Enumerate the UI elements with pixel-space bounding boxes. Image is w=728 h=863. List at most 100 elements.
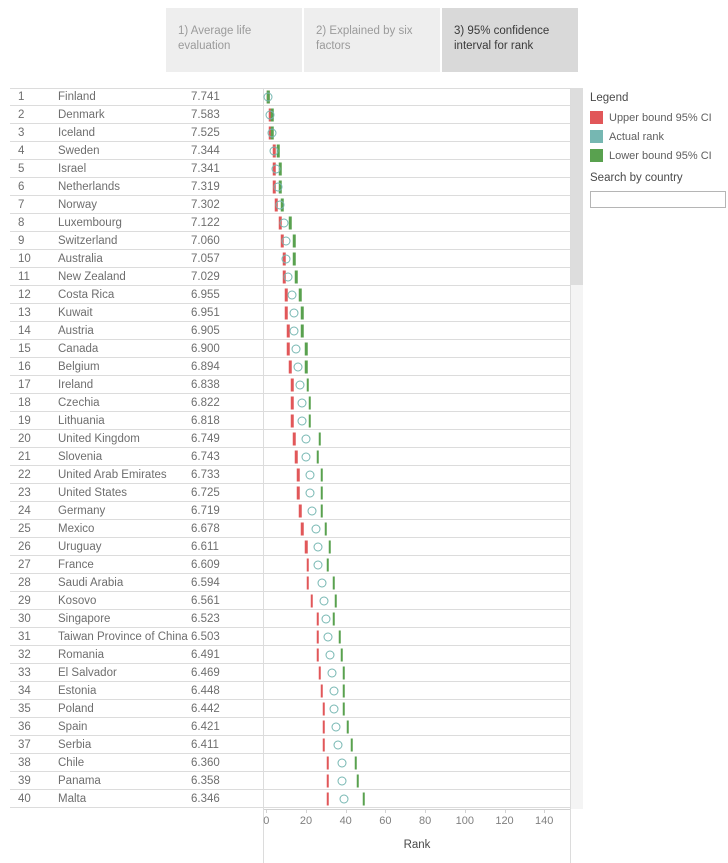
table-row[interactable]: 8 Luxembourg 7.122 bbox=[10, 214, 263, 232]
actual-rank-mark[interactable] bbox=[319, 596, 329, 605]
chart-row[interactable] bbox=[264, 628, 570, 646]
lower-bound-mark[interactable] bbox=[334, 594, 338, 607]
chart-row[interactable] bbox=[264, 124, 570, 142]
table-row[interactable]: 23 United States 6.725 bbox=[10, 484, 263, 502]
upper-bound-mark[interactable] bbox=[288, 360, 292, 373]
actual-rank-mark[interactable] bbox=[331, 722, 341, 731]
chart-row[interactable] bbox=[264, 340, 570, 358]
upper-bound-mark[interactable] bbox=[316, 612, 320, 625]
chart-row[interactable] bbox=[264, 736, 570, 754]
upper-bound-mark[interactable] bbox=[306, 576, 310, 589]
lower-bound-mark[interactable] bbox=[324, 522, 328, 535]
lower-bound-mark[interactable] bbox=[342, 702, 345, 715]
lower-bound-mark[interactable] bbox=[346, 720, 349, 733]
upper-bound-mark[interactable] bbox=[284, 306, 288, 319]
lower-bound-mark[interactable] bbox=[292, 234, 296, 247]
lower-bound-mark[interactable] bbox=[288, 216, 292, 229]
table-row[interactable]: 16 Belgium 6.894 bbox=[10, 358, 263, 376]
chart-row[interactable] bbox=[264, 772, 570, 790]
chart-row[interactable] bbox=[264, 196, 570, 214]
tab-2[interactable]: 2) Explained by six factors bbox=[304, 8, 440, 72]
table-row[interactable]: 11 New Zealand 7.029 bbox=[10, 268, 263, 286]
actual-rank-mark[interactable] bbox=[291, 344, 301, 353]
lower-bound-mark[interactable] bbox=[354, 756, 357, 769]
upper-bound-mark[interactable] bbox=[286, 342, 290, 355]
table-row[interactable]: 31 Taiwan Province of China 6.503 bbox=[10, 628, 263, 646]
chart-row[interactable] bbox=[264, 484, 570, 502]
table-row[interactable]: 13 Kuwait 6.951 bbox=[10, 304, 263, 322]
lower-bound-mark[interactable] bbox=[304, 360, 308, 373]
chart-row[interactable] bbox=[264, 592, 570, 610]
actual-rank-mark[interactable] bbox=[305, 470, 315, 479]
table-row[interactable]: 22 United Arab Emirates 6.733 bbox=[10, 466, 263, 484]
lower-bound-mark[interactable] bbox=[298, 288, 302, 301]
table-row[interactable]: 40 Malta 6.346 bbox=[10, 790, 263, 808]
table-row[interactable]: 29 Kosovo 6.561 bbox=[10, 592, 263, 610]
actual-rank-mark[interactable] bbox=[313, 560, 323, 569]
lower-bound-mark[interactable] bbox=[356, 774, 359, 787]
table-scrollbar[interactable] bbox=[571, 88, 583, 809]
chart-row[interactable] bbox=[264, 538, 570, 556]
chart-row[interactable] bbox=[264, 250, 570, 268]
table-row[interactable]: 7 Norway 7.302 bbox=[10, 196, 263, 214]
lower-bound-mark[interactable] bbox=[340, 648, 343, 661]
table-row[interactable]: 3 Iceland 7.525 bbox=[10, 124, 263, 142]
actual-rank-mark[interactable] bbox=[279, 218, 289, 227]
table-row[interactable]: 21 Slovenia 6.743 bbox=[10, 448, 263, 466]
actual-rank-mark[interactable] bbox=[301, 452, 311, 461]
table-scrollbar-thumb[interactable] bbox=[571, 88, 583, 285]
lower-bound-mark[interactable] bbox=[318, 432, 322, 445]
actual-rank-mark[interactable] bbox=[321, 614, 331, 623]
table-row[interactable]: 15 Canada 6.900 bbox=[10, 340, 263, 358]
actual-rank-mark[interactable] bbox=[329, 704, 339, 713]
chart-row[interactable] bbox=[264, 718, 570, 736]
table-row[interactable]: 20 United Kingdom 6.749 bbox=[10, 430, 263, 448]
actual-rank-mark[interactable] bbox=[289, 308, 299, 317]
chart-row[interactable] bbox=[264, 646, 570, 664]
lower-bound-mark[interactable] bbox=[308, 414, 312, 427]
chart-row[interactable] bbox=[263, 88, 570, 106]
table-row[interactable]: 6 Netherlands 7.319 bbox=[10, 178, 263, 196]
table-row[interactable]: 24 Germany 6.719 bbox=[10, 502, 263, 520]
actual-rank-mark[interactable] bbox=[333, 740, 343, 749]
lower-bound-mark[interactable] bbox=[338, 630, 341, 643]
table-row[interactable]: 4 Sweden 7.344 bbox=[10, 142, 263, 160]
upper-bound-mark[interactable] bbox=[322, 738, 326, 751]
upper-bound-mark[interactable] bbox=[320, 684, 324, 697]
lower-bound-mark[interactable] bbox=[320, 468, 324, 481]
table-row[interactable]: 27 France 6.609 bbox=[10, 556, 263, 574]
actual-rank-mark[interactable] bbox=[317, 578, 327, 587]
upper-bound-mark[interactable] bbox=[306, 558, 310, 571]
actual-rank-mark[interactable] bbox=[273, 182, 283, 191]
legend-item[interactable]: Upper bound 95% CI bbox=[590, 109, 726, 126]
actual-rank-mark[interactable] bbox=[311, 524, 321, 533]
actual-rank-mark[interactable] bbox=[275, 200, 285, 209]
table-row[interactable]: 9 Switzerland 7.060 bbox=[10, 232, 263, 250]
chart-row[interactable] bbox=[264, 448, 570, 466]
lower-bound-mark[interactable] bbox=[320, 486, 324, 499]
legend-item[interactable]: Lower bound 95% CI bbox=[590, 147, 726, 164]
table-row[interactable]: 2 Denmark 7.583 bbox=[10, 106, 263, 124]
actual-rank-mark[interactable] bbox=[293, 362, 303, 371]
table-row[interactable]: 1 Finland 7.741 bbox=[10, 88, 263, 106]
table-row[interactable]: 17 Ireland 6.838 bbox=[10, 376, 263, 394]
table-row[interactable]: 10 Australia 7.057 bbox=[10, 250, 263, 268]
table-row[interactable]: 19 Lithuania 6.818 bbox=[10, 412, 263, 430]
actual-rank-mark[interactable] bbox=[323, 632, 333, 641]
lower-bound-mark[interactable] bbox=[316, 450, 320, 463]
actual-rank-mark[interactable] bbox=[265, 110, 275, 119]
chart-row[interactable] bbox=[264, 466, 570, 484]
chart-row[interactable] bbox=[264, 358, 570, 376]
lower-bound-mark[interactable] bbox=[332, 612, 336, 625]
upper-bound-mark[interactable] bbox=[310, 594, 314, 607]
table-row[interactable]: 30 Singapore 6.523 bbox=[10, 610, 263, 628]
lower-bound-mark[interactable] bbox=[308, 396, 312, 409]
actual-rank-mark[interactable] bbox=[325, 650, 335, 659]
actual-rank-mark[interactable] bbox=[297, 398, 307, 407]
tab-1[interactable]: 1) Average life evaluation bbox=[166, 8, 302, 72]
upper-bound-mark[interactable] bbox=[316, 630, 320, 643]
lower-bound-mark[interactable] bbox=[342, 666, 345, 679]
lower-bound-mark[interactable] bbox=[294, 270, 298, 283]
table-row[interactable]: 12 Costa Rica 6.955 bbox=[10, 286, 263, 304]
upper-bound-mark[interactable] bbox=[292, 432, 296, 445]
